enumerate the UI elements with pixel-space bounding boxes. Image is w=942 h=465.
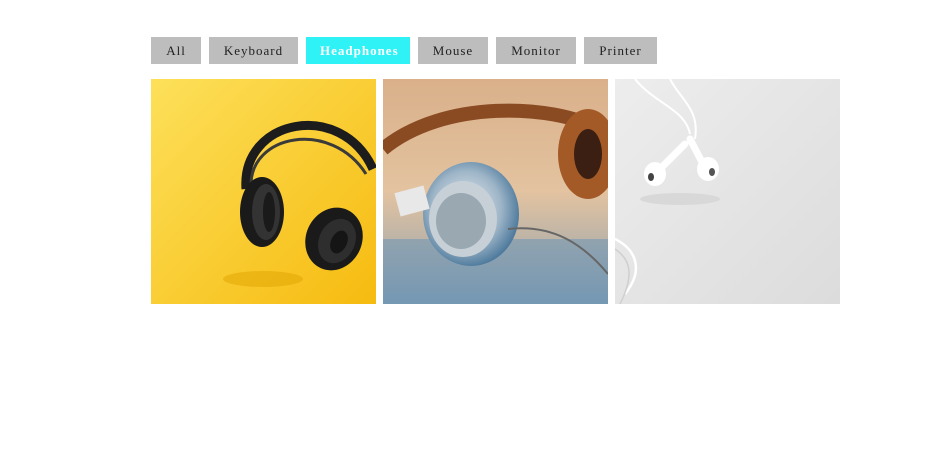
page: All Keyboard Headphones Mouse Monitor Pr… [0,0,942,465]
filter-headphones-button[interactable]: Headphones [306,37,410,64]
gallery-item-earphones-white[interactable] [615,79,840,304]
gallery-grid [151,79,840,304]
headphones-image [383,79,608,304]
gallery-item-headphones-closeup[interactable] [383,79,608,304]
headphones-image [151,79,376,304]
filter-printer-button[interactable]: Printer [584,37,657,64]
filter-bar: All Keyboard Headphones Mouse Monitor Pr… [151,37,657,64]
filter-mouse-button[interactable]: Mouse [418,37,488,64]
filter-keyboard-button[interactable]: Keyboard [209,37,298,64]
filter-monitor-button[interactable]: Monitor [496,37,576,64]
gallery-item-headphones-yellow[interactable] [151,79,376,304]
filter-all-button[interactable]: All [151,37,201,64]
earphones-image [615,79,840,304]
